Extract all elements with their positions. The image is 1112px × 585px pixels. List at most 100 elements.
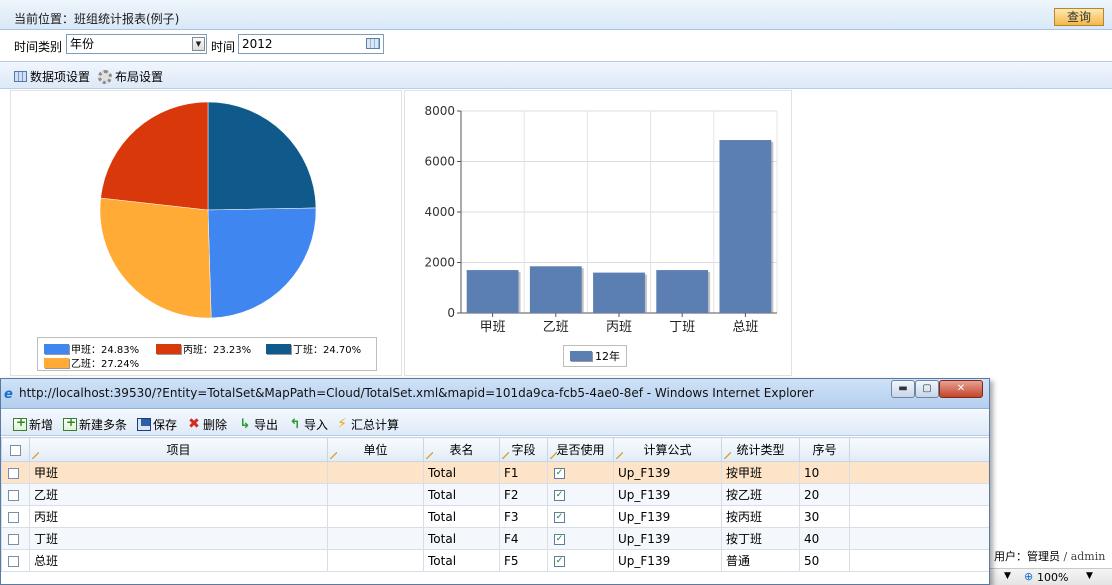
column-header-item[interactable]: 项目 [29, 437, 328, 462]
bar [529, 266, 582, 313]
used-checkbox[interactable]: ✓ [554, 511, 565, 523]
row-checkbox[interactable] [8, 511, 19, 523]
used-checkbox[interactable]: ✓ [554, 555, 565, 567]
legend-item-jia: 甲班：24.83% [44, 341, 139, 356]
unit-cell [327, 527, 424, 550]
row-checkbox[interactable] [8, 489, 19, 501]
used-checkbox[interactable]: ✓ [554, 467, 565, 479]
chevron-down-icon[interactable]: ▼ [1086, 571, 1093, 581]
table-row[interactable]: 总班 Total F5 ✓ Up_F139 普通 50 [1, 549, 989, 572]
item-cell: 丁班 [29, 527, 328, 550]
grid-header: 项目 单位 表名 字段 是否使用 计算公式 统计类型 序号 [1, 437, 989, 462]
time-type-select[interactable]: 年份 ▼ [66, 34, 207, 54]
table-row[interactable]: 乙班 Total F2 ✓ Up_F139 按乙班 20 [1, 483, 989, 506]
used-cell[interactable]: ✓ [547, 483, 614, 506]
export-button[interactable]: ↳ 导出 [238, 416, 278, 433]
spacer-cell [849, 549, 989, 572]
import-icon: ↰ [289, 417, 301, 432]
legend-swatch [266, 343, 291, 354]
chevron-down-icon[interactable]: ▼ [192, 37, 205, 51]
order-cell: 40 [799, 527, 850, 550]
used-checkbox[interactable]: ✓ [554, 533, 565, 545]
time-input[interactable]: 2012 [238, 34, 384, 54]
used-cell[interactable]: ✓ [547, 505, 614, 528]
row-checkbox[interactable] [8, 555, 19, 567]
checkbox-cell[interactable] [1, 549, 30, 572]
column-header-stat-type[interactable]: 统计类型 [721, 437, 800, 462]
grid-icon [14, 71, 27, 82]
checkbox-cell[interactable] [1, 483, 30, 506]
zoom-icon[interactable]: ⊕ [1024, 570, 1033, 583]
query-button[interactable]: 查询 [1054, 8, 1104, 26]
column-label: 是否使用 [556, 443, 605, 457]
close-button[interactable]: ✕ [939, 380, 983, 398]
minimize-button[interactable]: ▬ [891, 380, 915, 398]
select-all-checkbox[interactable] [1, 437, 30, 462]
spacer-cell [849, 461, 989, 484]
column-label: 序号 [812, 443, 837, 457]
edit-icon [32, 452, 39, 459]
column-header-field[interactable]: 字段 [499, 437, 548, 462]
zoom-level[interactable]: 100% [1037, 571, 1068, 584]
stat-type-cell: 按丙班 [721, 505, 800, 528]
save-label: 保存 [153, 418, 178, 432]
checkbox-cell[interactable] [1, 505, 30, 528]
import-button[interactable]: ↰ 导入 [288, 416, 328, 433]
data-grid: 项目 单位 表名 字段 是否使用 计算公式 统计类型 序号 甲班 Total F1 ✓… [1, 437, 989, 572]
column-header-unit[interactable]: 单位 [327, 437, 424, 462]
edit-icon [616, 452, 623, 459]
item-cell: 丙班 [29, 505, 328, 528]
save-button[interactable]: 保存 [137, 416, 177, 433]
legend-swatch [44, 343, 69, 354]
item-cell: 甲班 [29, 461, 328, 484]
formula-cell: Up_F139 [613, 483, 722, 506]
add-icon [13, 415, 27, 431]
table-cell: Total [423, 505, 500, 528]
add-multiple-button[interactable]: 新建多条 [63, 415, 127, 433]
delete-button[interactable]: ✖ 删除 [187, 416, 227, 433]
bar [593, 272, 645, 313]
formula-cell: Up_F139 [613, 527, 722, 550]
calendar-icon[interactable] [366, 38, 380, 49]
column-header-used[interactable]: 是否使用 [547, 437, 614, 462]
row-checkbox[interactable] [8, 467, 19, 479]
column-header-spacer [849, 437, 989, 462]
table-row[interactable]: 甲班 Total F1 ✓ Up_F139 按甲班 10 [1, 461, 989, 484]
x-tick-label: 总班 [732, 320, 758, 335]
summary-calc-button[interactable]: ⚡ 汇总计算 [335, 416, 399, 433]
row-checkbox[interactable] [8, 533, 19, 545]
checkbox-cell[interactable] [1, 461, 30, 484]
add-label: 新增 [29, 418, 54, 432]
data-settings-button[interactable]: 数据项设置 [14, 68, 90, 85]
legend-swatch [570, 351, 592, 361]
breadcrumb: 当前位置：班组统计报表(例子) [14, 12, 180, 26]
column-header-formula[interactable]: 计算公式 [613, 437, 722, 462]
ie-icon: e [4, 387, 13, 402]
formula-cell: Up_F139 [613, 549, 722, 572]
used-cell[interactable]: ✓ [547, 461, 614, 484]
bar [466, 270, 519, 313]
table-row[interactable]: 丁班 Total F4 ✓ Up_F139 按丁班 40 [1, 527, 989, 550]
column-header-order[interactable]: 序号 [799, 437, 850, 462]
checkbox-cell[interactable] [1, 527, 30, 550]
field-cell: F4 [499, 527, 548, 550]
chevron-down-icon[interactable]: ▼ [1004, 571, 1011, 581]
table-row[interactable]: 丙班 Total F3 ✓ Up_F139 按丙班 30 [1, 505, 989, 528]
used-cell[interactable]: ✓ [547, 527, 614, 550]
used-cell[interactable]: ✓ [547, 549, 614, 572]
add-button[interactable]: 新增 [13, 415, 54, 433]
maximize-button[interactable]: ▢ [915, 380, 939, 398]
save-icon [137, 418, 151, 431]
bar [656, 270, 709, 313]
delete-icon: ✖ [188, 416, 200, 432]
layout-settings-button[interactable]: 布局设置 [98, 68, 163, 85]
table-cell: Total [423, 461, 500, 484]
order-cell: 20 [799, 483, 850, 506]
used-checkbox[interactable]: ✓ [554, 489, 565, 501]
x-tick-label: 丁班 [669, 320, 695, 335]
y-tick-label: 2000 [424, 256, 455, 270]
edit-icon [724, 452, 731, 459]
table-cell: Total [423, 483, 500, 506]
lightning-icon: ⚡ [337, 416, 347, 432]
column-header-table[interactable]: 表名 [423, 437, 500, 462]
